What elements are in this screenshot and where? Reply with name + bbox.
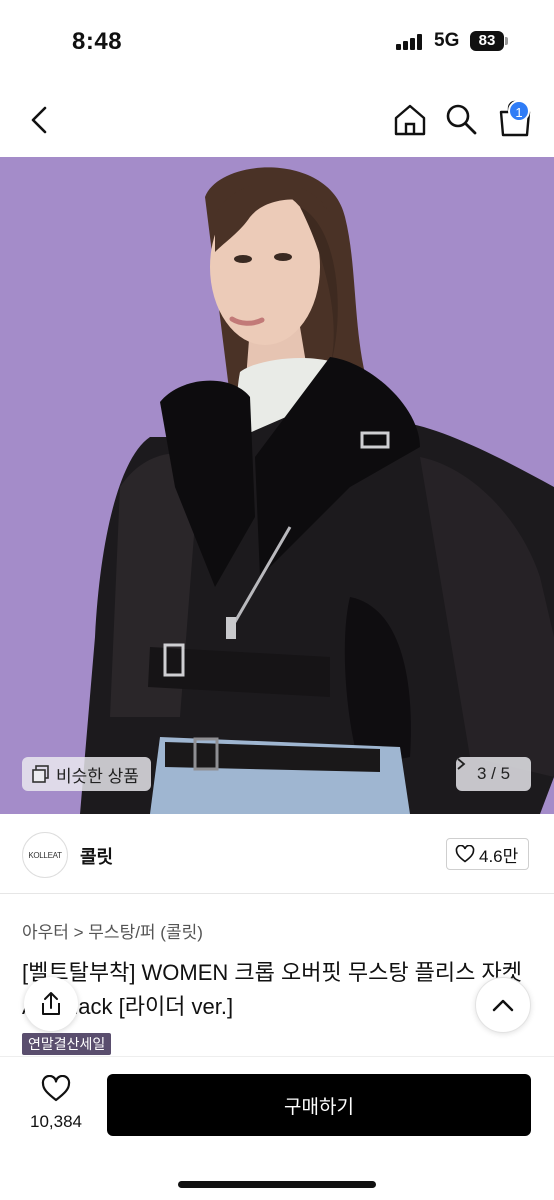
brand-logo-text: KOLLEAT bbox=[28, 850, 62, 860]
wishlist-count: 10,384 bbox=[30, 1112, 82, 1131]
similar-products-button[interactable]: 비슷한 상품 bbox=[22, 757, 151, 791]
bottom-action-bar: 10,384 구매하기 bbox=[0, 1056, 554, 1200]
brand-like-button[interactable]: 4.6만 bbox=[446, 838, 530, 870]
share-button[interactable] bbox=[24, 977, 78, 1031]
buy-button-label: 구매하기 bbox=[284, 1096, 354, 1118]
brand-row[interactable]: KOLLEAT 콜릿 4.6만 bbox=[0, 814, 554, 894]
chevron-up-icon bbox=[492, 999, 514, 1012]
chevron-right-icon bbox=[457, 758, 466, 770]
share-icon bbox=[42, 992, 60, 1015]
brand-logo[interactable]: KOLLEAT bbox=[22, 832, 68, 878]
brand-like-count: 4.6만 bbox=[479, 846, 519, 866]
cart-badge: 1 bbox=[508, 100, 530, 122]
category-breadcrumb[interactable]: 아우터 > 무스탕/퍼 (콜릿) bbox=[22, 918, 203, 943]
heart-icon bbox=[455, 845, 475, 863]
scroll-top-button[interactable] bbox=[475, 977, 531, 1033]
status-bar: 8:48 5G 83 bbox=[0, 0, 554, 84]
back-icon[interactable] bbox=[22, 102, 58, 138]
signal-icon bbox=[396, 34, 424, 50]
battery-icon: 83 bbox=[470, 31, 504, 51]
product-image-carousel[interactable]: 비슷한 상품 3 / 5 bbox=[0, 157, 554, 814]
search-icon[interactable] bbox=[442, 100, 480, 138]
heart-icon bbox=[41, 1074, 71, 1102]
home-icon[interactable] bbox=[390, 100, 430, 140]
wishlist-button[interactable]: 10,384 bbox=[20, 1074, 92, 1139]
product-photo bbox=[0, 157, 554, 814]
image-pager-label: 3 / 5 bbox=[476, 764, 511, 783]
sale-badge: 연말결산세일 bbox=[22, 1033, 112, 1055]
top-nav: 1 bbox=[0, 84, 554, 156]
similar-products-label: 비슷한 상품 bbox=[56, 766, 139, 786]
brand-name[interactable]: 콜릿 bbox=[80, 843, 113, 869]
buy-button[interactable]: 구매하기 bbox=[107, 1074, 531, 1136]
network-label: 5G bbox=[434, 30, 460, 51]
home-indicator bbox=[178, 1181, 376, 1188]
image-pager[interactable]: 3 / 5 bbox=[456, 757, 531, 791]
status-time: 8:48 bbox=[72, 28, 123, 55]
battery-tip bbox=[505, 37, 508, 45]
product-title: [벨트탈부착] WOMEN 크롭 오버핏 무스탕 플리스 자켓 All_Blac… bbox=[22, 960, 522, 1019]
similar-icon bbox=[32, 765, 50, 783]
